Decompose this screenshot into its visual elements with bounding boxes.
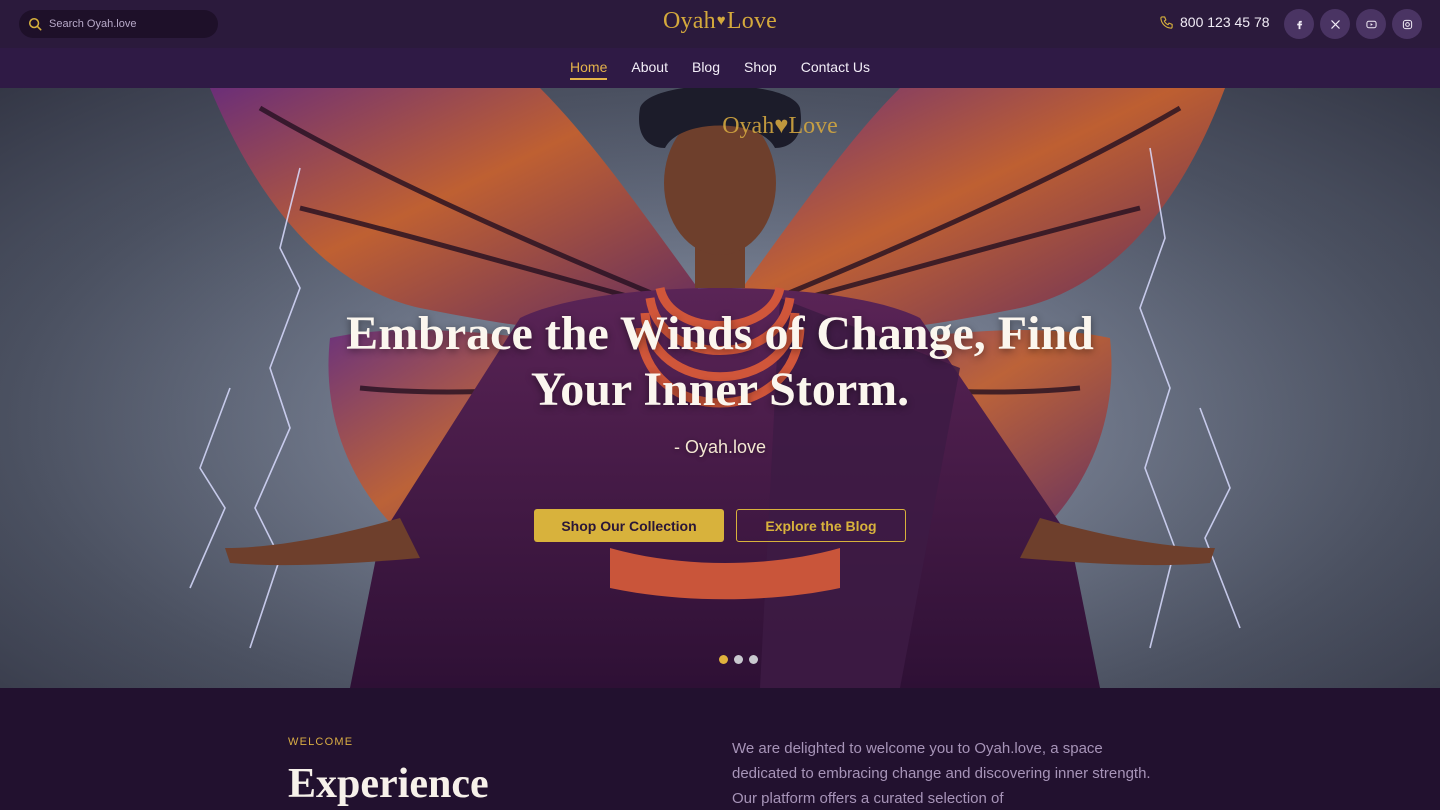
- top-bar: Oyah♥Love 800 123 45 78: [0, 0, 1440, 48]
- heart-icon: ♥: [716, 13, 726, 29]
- slider-dots: [719, 655, 758, 664]
- slider-dot-1[interactable]: [719, 655, 728, 664]
- hero-logo-watermark: Oyah♥Love: [680, 113, 880, 140]
- instagram-icon: [1402, 19, 1412, 29]
- x-icon: [1330, 19, 1340, 29]
- search-input[interactable]: [49, 18, 209, 30]
- youtube-icon: [1365, 20, 1377, 28]
- site-logo[interactable]: Oyah♥Love: [620, 8, 820, 35]
- hero-logo-left: Oyah: [722, 113, 775, 139]
- instagram-button[interactable]: [1392, 9, 1422, 39]
- logo-text-right: Love: [726, 8, 778, 34]
- phone-number: 800 123 45 78: [1180, 14, 1270, 30]
- explore-blog-button[interactable]: Explore the Blog: [736, 509, 906, 542]
- hero-title-line1: Embrace the Winds of Change, Find: [346, 307, 1094, 360]
- youtube-button[interactable]: [1356, 9, 1386, 39]
- facebook-icon: [1296, 20, 1302, 29]
- slider-dot-3[interactable]: [749, 655, 758, 664]
- welcome-section: WELCOME Experience We are delighted to w…: [0, 688, 1440, 810]
- x-button[interactable]: [1320, 9, 1350, 39]
- slider-dot-2[interactable]: [734, 655, 743, 664]
- phone-link[interactable]: 800 123 45 78: [1159, 14, 1270, 30]
- hero-subtitle: - Oyah.love: [673, 437, 767, 457]
- nav-item-blog[interactable]: Blog: [680, 58, 732, 82]
- nav-item-about[interactable]: About: [619, 58, 680, 82]
- hero-title-line2: Your Inner Storm.: [530, 363, 910, 416]
- welcome-title: Experience: [288, 761, 489, 807]
- phone-icon: [1160, 15, 1173, 29]
- nav-item-contact[interactable]: Contact Us: [789, 58, 882, 82]
- hero-title: Embrace the Winds of Change, Find Your I…: [300, 306, 1140, 418]
- logo-text-left: Oyah: [662, 8, 716, 34]
- welcome-text: We are delighted to welcome you to Oyah.…: [732, 740, 1151, 807]
- search-icon: [28, 17, 42, 31]
- main-nav: Home About Blog Shop Contact Us: [0, 48, 1440, 88]
- nav-item-shop[interactable]: Shop: [732, 58, 789, 82]
- facebook-button[interactable]: [1284, 9, 1314, 39]
- nav-item-home[interactable]: Home: [558, 58, 619, 82]
- welcome-eyebrow: WELCOME: [288, 736, 354, 748]
- hero-logo-right: Love: [788, 113, 838, 139]
- hero-slider: Oyah♥Love Embrace the Winds of Change, F…: [0, 88, 1440, 688]
- hero-logo-heart-icon: ♥: [774, 113, 789, 139]
- shop-collection-button[interactable]: Shop Our Collection: [534, 509, 724, 542]
- search-box[interactable]: [19, 10, 218, 38]
